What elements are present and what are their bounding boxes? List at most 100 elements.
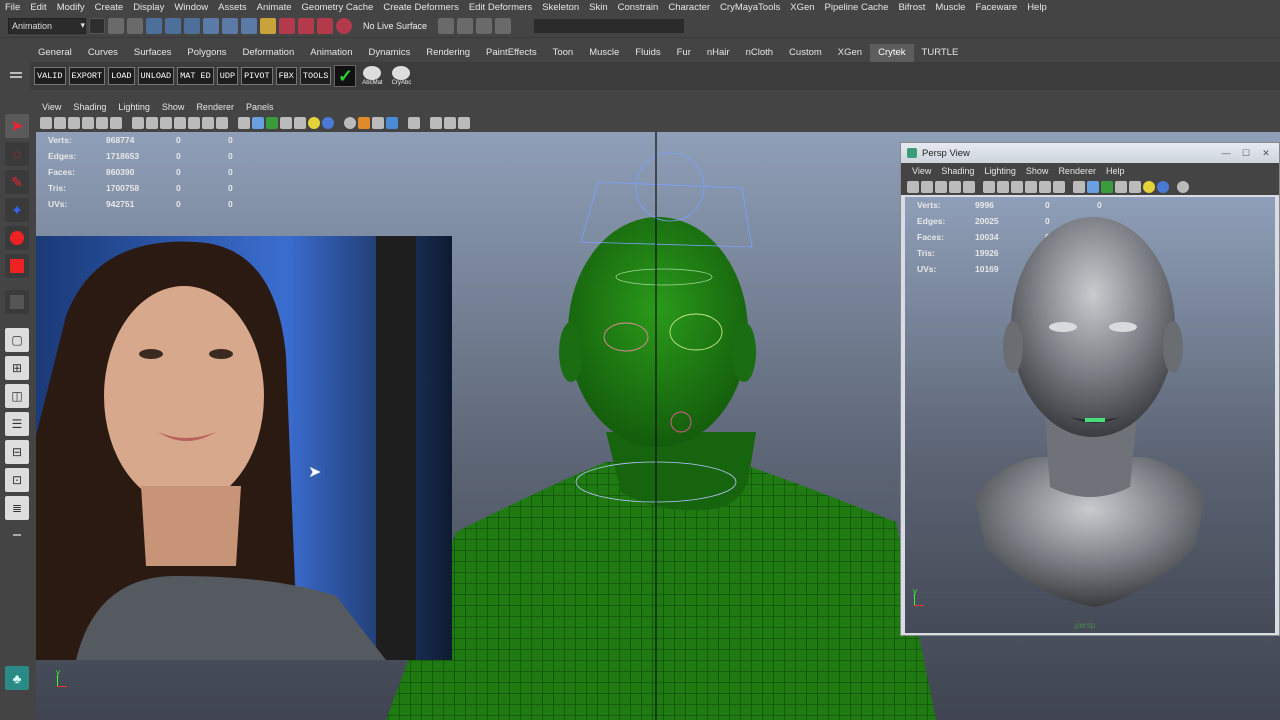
persp-window-titlebar[interactable]: Persp View — ☐ ✕ (901, 143, 1279, 163)
menu-faceware[interactable]: Faceware (970, 2, 1022, 13)
valid-button[interactable]: VALID (34, 67, 66, 85)
isolate-select-icon[interactable] (386, 117, 398, 129)
wireframe-icon[interactable] (1073, 181, 1085, 193)
persp-viewport[interactable]: Verts:999600 Edges:2002500 Faces:1003400… (905, 197, 1275, 633)
magnet-icon[interactable] (336, 17, 352, 34)
unload-button[interactable]: UNLOAD (137, 67, 175, 85)
menu-geometry-cache[interactable]: Geometry Cache (297, 2, 379, 13)
select-component-icon[interactable] (184, 17, 200, 34)
last-tool-button[interactable] (5, 290, 29, 314)
new-scene-icon[interactable] (89, 17, 105, 34)
persp-view-window[interactable]: Persp View — ☐ ✕ View Shading Lighting S… (900, 142, 1280, 636)
panel-menu-panels[interactable]: Panels (240, 102, 280, 112)
cryabc-shelf-button[interactable]: CryAbc (388, 66, 414, 86)
panel-menu-renderer[interactable]: Renderer (190, 102, 240, 112)
menu-animate[interactable]: Animate (252, 2, 297, 13)
menu-window[interactable]: Window (169, 2, 213, 13)
outliner-icon[interactable] (495, 17, 512, 34)
load-button[interactable]: LOAD (108, 67, 135, 85)
menu-create-deformers[interactable]: Create Deformers (378, 2, 464, 13)
shelf-tab-surfaces[interactable]: Surfaces (126, 44, 180, 62)
open-scene-icon[interactable] (108, 17, 124, 34)
grey-head-model[interactable] (905, 197, 1275, 633)
shelf-tab-nhair[interactable]: nHair (699, 44, 738, 62)
panel-menu-lighting[interactable]: Lighting (112, 102, 156, 112)
menu-xgen[interactable]: XGen (785, 2, 819, 13)
select-hierarchy-icon[interactable] (146, 17, 162, 34)
grid-icon[interactable] (132, 117, 144, 129)
fbx-button[interactable]: FBX (275, 67, 297, 85)
smooth-shade-icon[interactable] (252, 117, 264, 129)
xray-joints-icon[interactable] (358, 117, 370, 129)
paint-select-tool-button[interactable]: ✎ (5, 170, 29, 194)
camera-attributes-icon[interactable] (54, 117, 66, 129)
shadows-icon[interactable] (1143, 181, 1155, 193)
menu-help[interactable]: Help (1022, 2, 1052, 13)
wireframe-on-shaded-icon[interactable] (1101, 181, 1113, 193)
shelf-tab-muscle[interactable]: Muscle (581, 44, 627, 62)
camera-select-icon[interactable] (907, 181, 919, 193)
menu-skeleton[interactable]: Skeleton (537, 2, 584, 13)
image-plane-icon[interactable] (82, 117, 94, 129)
wireframe-on-shaded-icon[interactable] (266, 117, 278, 129)
panel-menu-view[interactable]: View (36, 102, 67, 112)
film-gate-icon[interactable] (997, 181, 1009, 193)
field-chart-icon[interactable] (1039, 181, 1051, 193)
attribute-editor-icon[interactable] (438, 17, 455, 34)
select-tool-button[interactable]: ➤ (5, 114, 29, 138)
field-chart-icon[interactable] (188, 117, 200, 129)
shelf-tab-rendering[interactable]: Rendering (418, 44, 478, 62)
layout-four-button[interactable]: ⊞ (5, 356, 29, 380)
textured-icon[interactable] (280, 117, 292, 129)
shelf-tab-painteffects[interactable]: PaintEffects (478, 44, 545, 62)
abcmat-shelf-button[interactable]: AbcMat (359, 66, 385, 86)
maximize-icon[interactable]: ☐ (1239, 148, 1253, 158)
layout-graph-button[interactable]: ⊟ (5, 440, 29, 464)
menu-bifrost[interactable]: Bifrost (893, 2, 930, 13)
grease-pencil-icon[interactable] (110, 117, 122, 129)
use-all-lights-icon[interactable] (1129, 181, 1141, 193)
menu-set-dropdown[interactable]: Animation ▾ (8, 17, 86, 34)
grid-icon[interactable] (983, 181, 995, 193)
depth-of-field-icon[interactable] (458, 117, 470, 129)
safe-title-icon[interactable] (1053, 181, 1065, 193)
persp-menu-show[interactable]: Show (1021, 166, 1054, 176)
xray-icon[interactable] (1177, 181, 1189, 193)
channel-box-icon[interactable] (476, 17, 493, 34)
bookmark-icon[interactable] (68, 117, 80, 129)
image-plane-icon[interactable] (949, 181, 961, 193)
shadows-icon[interactable] (308, 117, 320, 129)
persp-menu-view[interactable]: View (907, 166, 936, 176)
history-icon[interactable] (279, 17, 295, 34)
snap-point-icon[interactable] (241, 17, 257, 34)
layout-side-button[interactable]: ◫ (5, 384, 29, 408)
safe-title-icon[interactable] (216, 117, 228, 129)
shelf-tab-turtle[interactable]: TURTLE (914, 44, 967, 62)
shelf-tab-general[interactable]: General (30, 44, 80, 62)
layout-outliner-button[interactable]: ☰ (5, 412, 29, 436)
shelf-tab-polygons[interactable]: Polygons (179, 44, 234, 62)
shelf-tab-curves[interactable]: Curves (80, 44, 126, 62)
xray-icon[interactable] (344, 117, 356, 129)
snap-curve-icon[interactable] (222, 17, 238, 34)
save-scene-icon[interactable] (127, 17, 143, 34)
gate-mask-icon[interactable] (174, 117, 186, 129)
menu-muscle[interactable]: Muscle (930, 2, 970, 13)
menu-constrain[interactable]: Constrain (613, 2, 664, 13)
pivot-button[interactable]: PIVOT (241, 67, 273, 85)
bookmark-icon[interactable] (935, 181, 947, 193)
render-icon[interactable] (298, 17, 314, 34)
ambient-occlusion-icon[interactable] (1157, 181, 1169, 193)
textured-icon[interactable] (1115, 181, 1127, 193)
motion-blur-icon[interactable] (430, 117, 442, 129)
shelf-tab-fluids[interactable]: Fluids (627, 44, 668, 62)
resolution-gate-icon[interactable] (160, 117, 172, 129)
checkmark-icon[interactable]: ✓ (334, 65, 357, 87)
persp-menu-help[interactable]: Help (1101, 166, 1130, 176)
smooth-shade-icon[interactable] (1087, 181, 1099, 193)
use-all-lights-icon[interactable] (294, 117, 306, 129)
lock-icon[interactable] (260, 17, 276, 34)
lasso-tool-button[interactable]: ◌ (5, 142, 29, 166)
layout-dope-button[interactable]: ≣ (5, 496, 29, 520)
close-icon[interactable]: ✕ (1259, 148, 1273, 158)
